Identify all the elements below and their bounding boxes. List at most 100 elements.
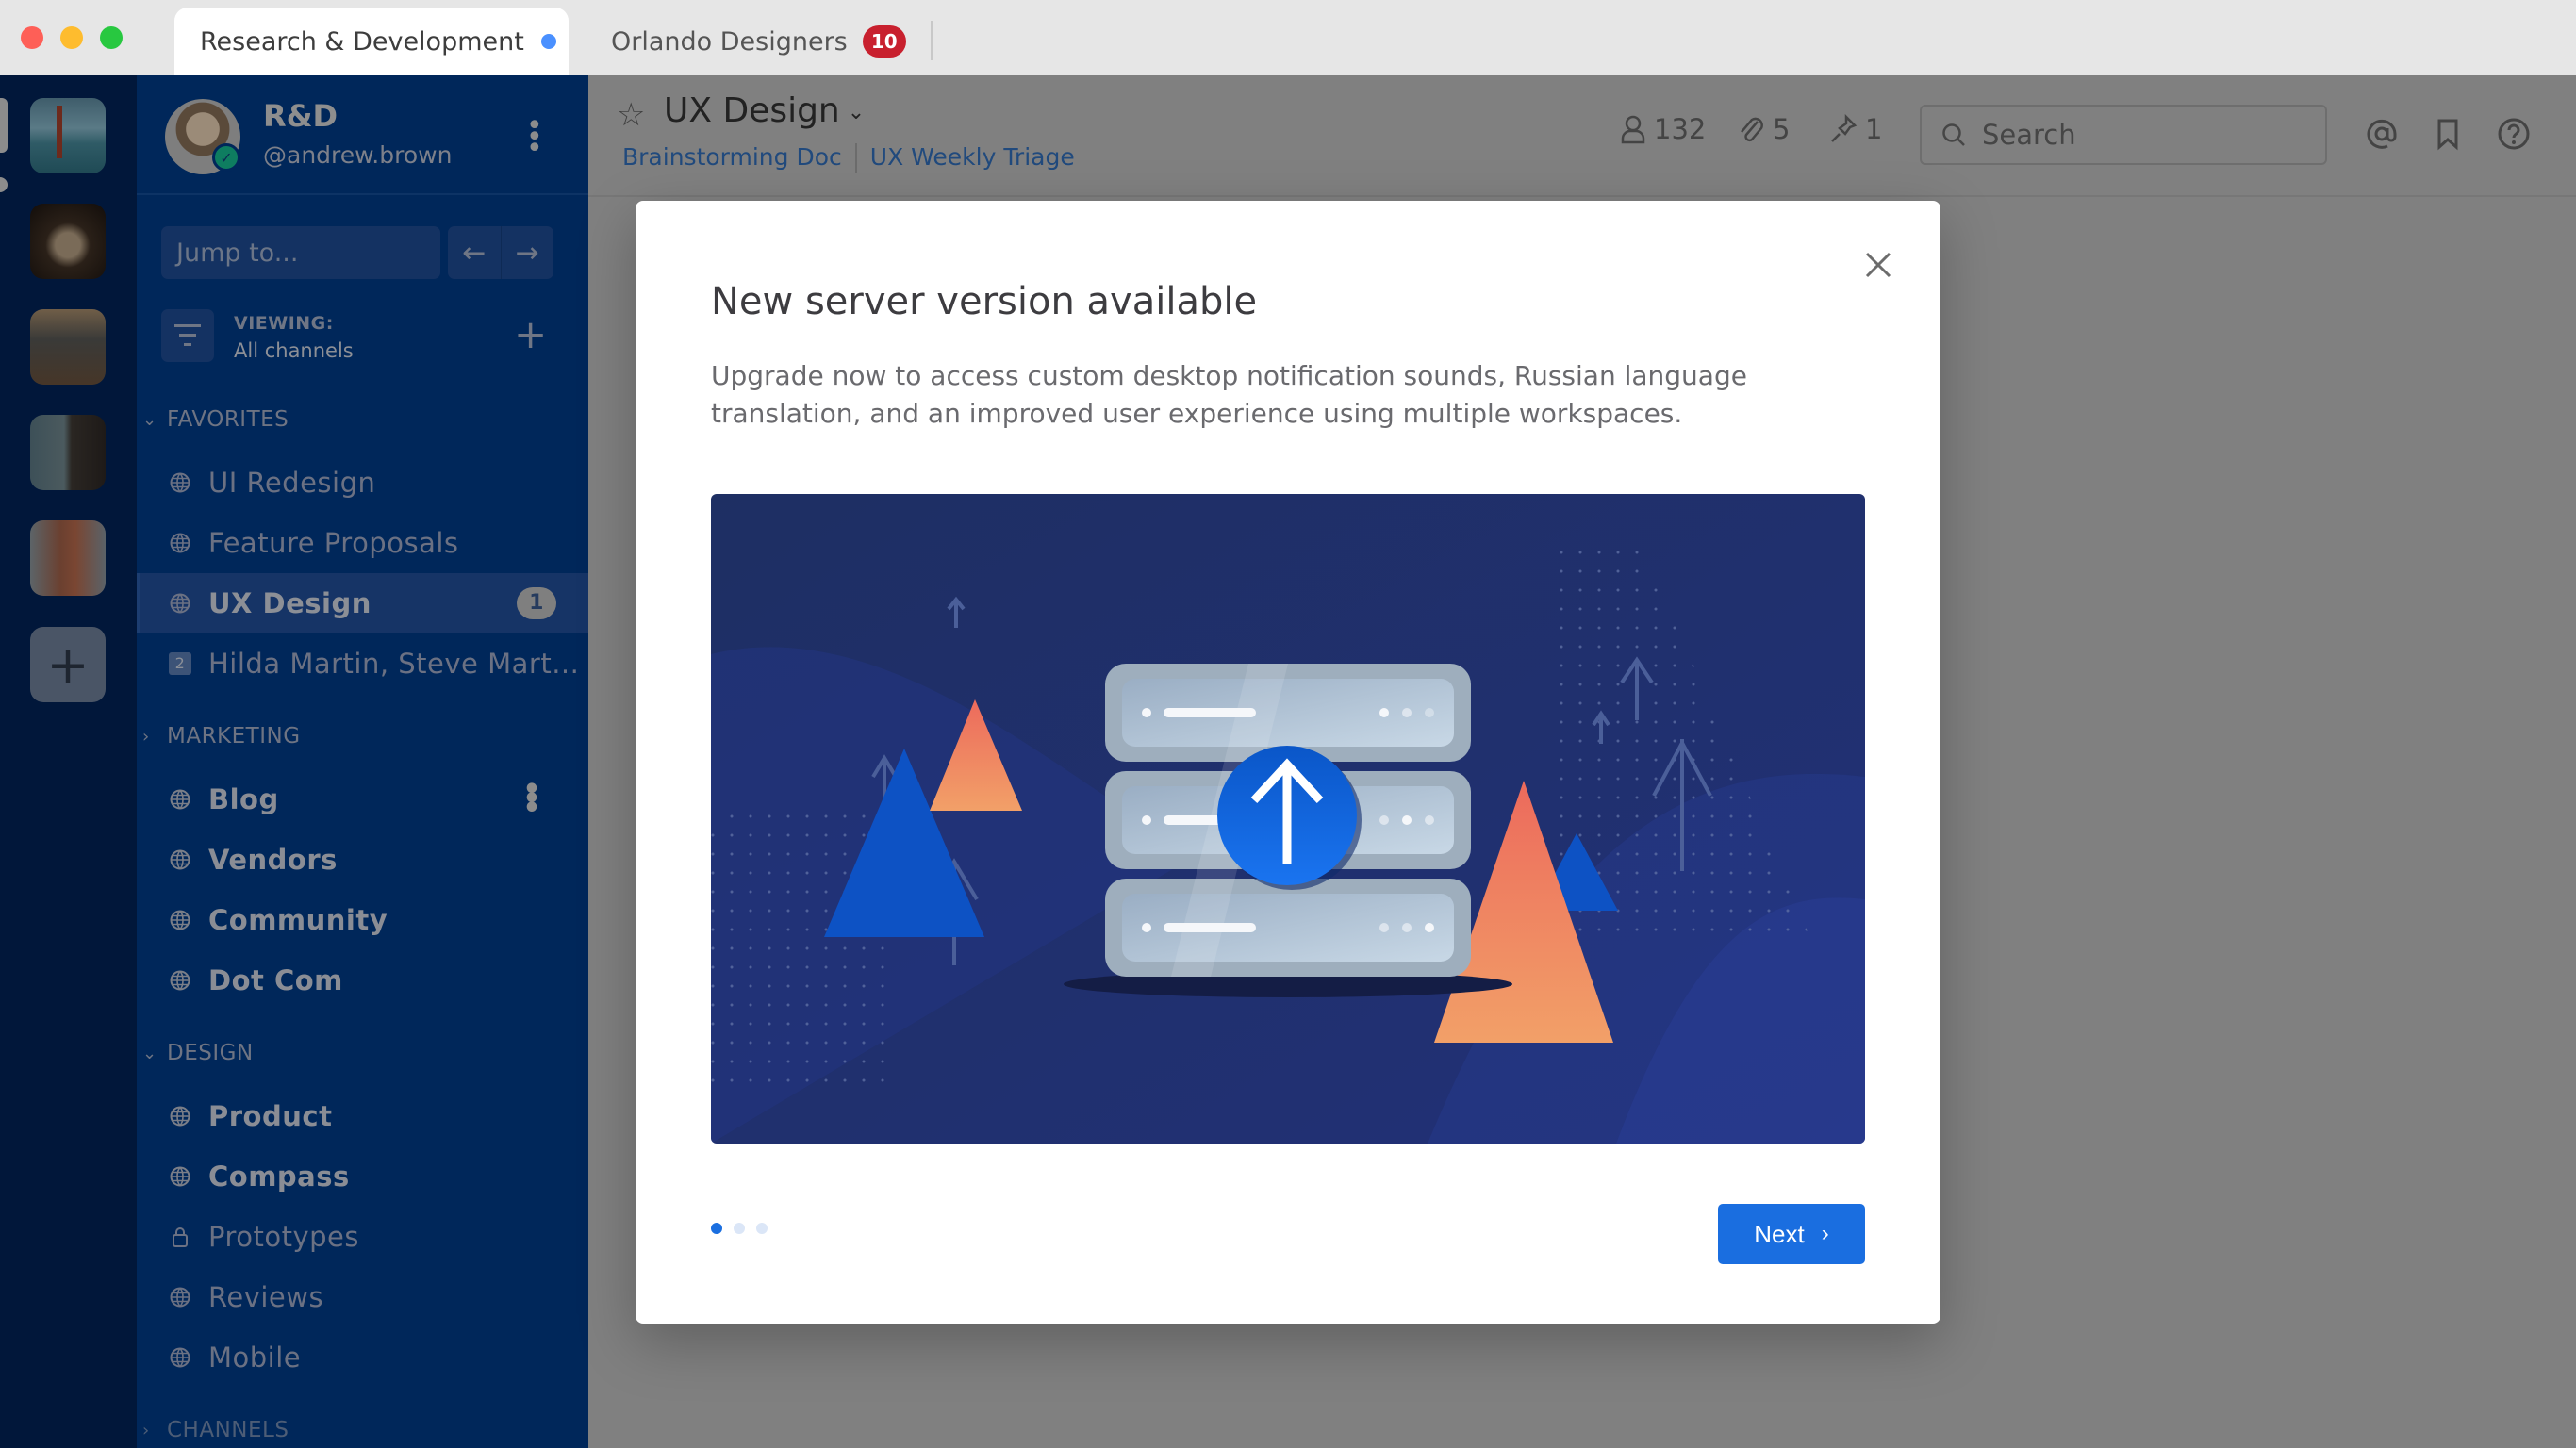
help-icon[interactable]: [2497, 117, 2531, 151]
search-placeholder: Search: [1982, 119, 2076, 151]
sidebar-item-vendors[interactable]: Vendors: [137, 830, 588, 889]
chevron-right-icon: ›: [142, 1420, 150, 1440]
chevron-down-icon: ⌄: [142, 409, 157, 430]
modal-title: New server version available: [711, 280, 1258, 323]
sidebar-item-community[interactable]: Community: [137, 890, 588, 949]
channel-header: ☆ UX Design ⌄ Brainstorming Doc UX Weekly…: [588, 75, 2576, 197]
tab-label: Research & Development: [200, 26, 524, 57]
server-upgrade-illustration: [711, 494, 1865, 1144]
channel-options-icon[interactable]: • • •: [522, 775, 541, 822]
group-dm-icon: 2: [169, 651, 191, 675]
online-status-icon: ✓: [212, 143, 240, 172]
channel-bookmarks: Brainstorming Doc UX Weekly Triage: [622, 143, 1075, 173]
sidebar-item-ux-design[interactable]: UX Design 1: [137, 573, 588, 633]
section-channels[interactable]: › CHANNELS: [142, 1418, 289, 1442]
sidebar-item-blog[interactable]: Blog • • •: [137, 769, 588, 829]
section-favorites[interactable]: ⌄ FAVORITES: [142, 407, 289, 432]
sidebar-item-compass[interactable]: Compass: [137, 1146, 588, 1206]
chevron-right-icon: ›: [142, 726, 150, 747]
chevron-down-icon: ⌄: [847, 100, 866, 124]
section-title: CHANNELS: [167, 1418, 289, 1442]
team-brick-building[interactable]: [30, 520, 106, 596]
sidebar-item-dot-com[interactable]: Dot Com: [137, 950, 588, 1010]
channel-label: Vendors: [208, 843, 338, 876]
globe-icon: [170, 849, 190, 869]
member-icon: [1621, 115, 1645, 144]
channel-sidebar: ✓ R&D @andrew.brown • • • Jump to... ← → V…: [137, 75, 588, 1448]
team-cathedral[interactable]: [30, 204, 106, 279]
back-arrow-icon[interactable]: ←: [448, 226, 502, 279]
page-dot-3[interactable]: [756, 1223, 768, 1234]
channel-label: UI Redesign: [208, 466, 376, 499]
history-nav: ← →: [448, 226, 553, 279]
search-input[interactable]: Search: [1920, 105, 2327, 165]
section-marketing[interactable]: › MARKETING: [142, 724, 301, 749]
mention-count-badge: 1: [517, 586, 556, 619]
chevron-right-icon: ›: [1821, 1221, 1829, 1246]
channel-label: Blog: [208, 782, 279, 815]
upgrade-modal: New server version available Upgrade now…: [636, 201, 1940, 1324]
minimize-window-button[interactable]: [60, 26, 83, 49]
sidebar-item-feature-proposals[interactable]: Feature Proposals: [137, 513, 588, 572]
member-count: 132: [1654, 113, 1707, 145]
bridge-tower-icon: [57, 106, 62, 158]
next-button[interactable]: Next ›: [1718, 1204, 1865, 1264]
filter-icon[interactable]: [161, 309, 214, 362]
star-icon[interactable]: ☆: [617, 96, 645, 134]
bookmark-divider: [854, 143, 857, 173]
add-channel-icon[interactable]: +: [514, 311, 547, 357]
sidebar-item-mobile[interactable]: Mobile: [137, 1327, 588, 1387]
tab-orlando-designers[interactable]: Orlando Designers 10: [585, 8, 906, 75]
tab-divider: [931, 21, 933, 60]
close-icon[interactable]: [1859, 246, 1897, 284]
channel-label: UX Design: [208, 586, 372, 619]
page-dot-1[interactable]: [711, 1223, 722, 1234]
bookmark-icon[interactable]: [2435, 117, 2461, 151]
sidebar-item-group-dm[interactable]: 2 Hilda Martin, Steve Mart...: [137, 634, 588, 693]
globe-icon: [170, 1106, 190, 1126]
section-design[interactable]: ⌄ DESIGN: [142, 1041, 254, 1065]
sidebar-item-ui-redesign[interactable]: UI Redesign: [137, 452, 588, 512]
channel-label: Community: [208, 903, 388, 936]
files-button[interactable]: 5: [1737, 113, 1790, 145]
forward-arrow-icon[interactable]: →: [502, 226, 554, 279]
tab-research-development[interactable]: Research & Development: [174, 8, 569, 75]
team-street[interactable]: [30, 415, 106, 490]
channel-label: Dot Com: [208, 963, 343, 996]
member-count-button[interactable]: 132: [1620, 113, 1706, 145]
sidebar-item-product[interactable]: Product: [137, 1086, 588, 1145]
pin-icon: [1831, 114, 1858, 142]
maximize-window-button[interactable]: [100, 26, 123, 49]
team-name[interactable]: R&D: [263, 98, 338, 134]
bookmark-link[interactable]: Brainstorming Doc: [622, 143, 842, 173]
globe-icon: [170, 533, 190, 552]
channel-title[interactable]: UX Design ⌄: [664, 91, 865, 130]
globe-icon: [170, 472, 190, 492]
channel-label: Mobile: [208, 1341, 302, 1374]
viewing-value[interactable]: All channels: [234, 339, 354, 362]
channel-label: Product: [208, 1099, 333, 1132]
unread-dot-icon: [540, 34, 556, 49]
jump-to-input[interactable]: Jump to...: [161, 226, 440, 279]
viewing-label: VIEWING:: [234, 313, 334, 334]
globe-icon: [170, 789, 190, 809]
team-city-aerial[interactable]: [30, 309, 106, 385]
page-dot-2[interactable]: [734, 1223, 745, 1234]
close-window-button[interactable]: [21, 26, 43, 49]
channel-label: Compass: [208, 1160, 350, 1193]
bookmark-link[interactable]: UX Weekly Triage: [870, 143, 1075, 173]
team-golden-gate[interactable]: [30, 98, 106, 173]
pinned-count: 1: [1865, 113, 1883, 145]
add-team-button[interactable]: +: [30, 627, 106, 702]
pinned-button[interactable]: 1: [1829, 113, 1882, 145]
mentions-icon[interactable]: [2365, 117, 2399, 151]
section-title: DESIGN: [167, 1041, 254, 1065]
illustration-svg: [711, 494, 1865, 1144]
kebab-menu-icon[interactable]: • • •: [526, 112, 543, 163]
sidebar-item-prototypes[interactable]: Prototypes: [137, 1207, 588, 1266]
mention-badge: 10: [862, 25, 906, 58]
channel-label: Reviews: [208, 1280, 324, 1313]
sidebar-item-reviews[interactable]: Reviews: [137, 1267, 588, 1326]
search-icon: [1942, 123, 1965, 146]
next-label: Next: [1754, 1219, 1805, 1248]
